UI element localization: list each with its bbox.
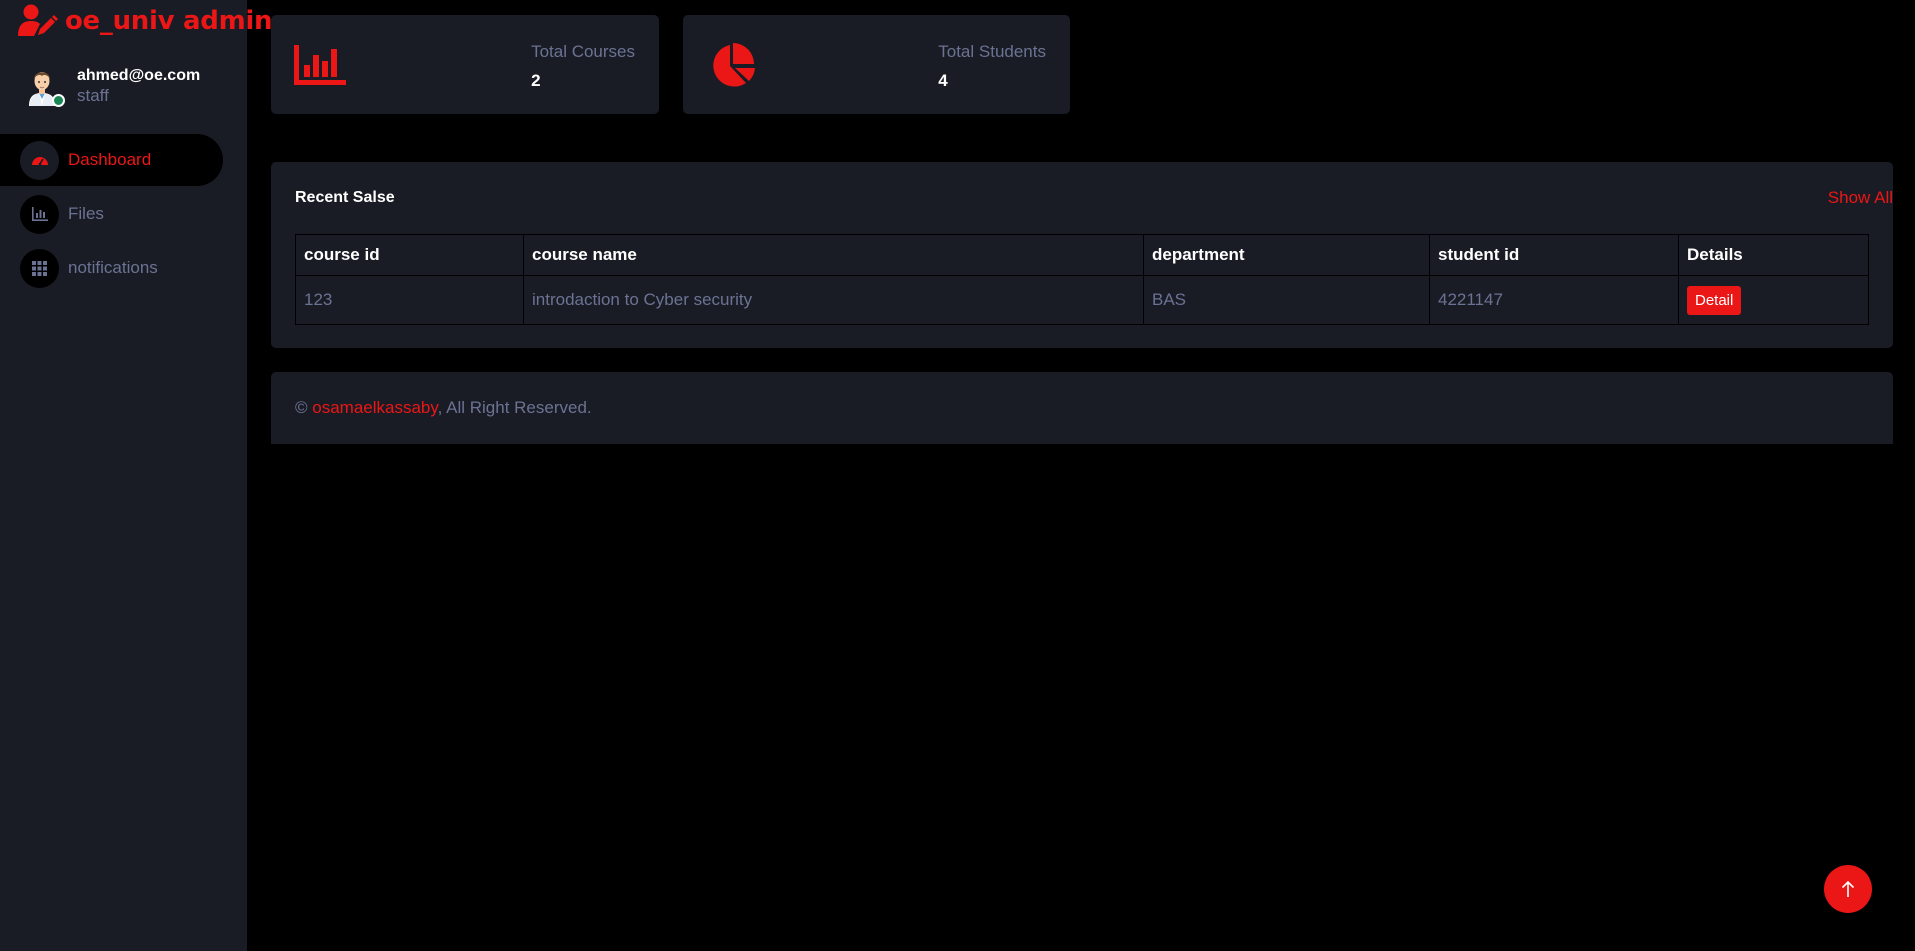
show-all-link[interactable]: Show All — [1828, 188, 1893, 208]
profile-role: staff — [77, 86, 109, 105]
brand-name: oe_univ admin — [65, 6, 273, 36]
gauge-icon — [20, 140, 59, 180]
brand[interactable]: oe_univ admin — [18, 4, 273, 38]
online-status-indicator — [52, 94, 65, 107]
stat-card-total-students: Total Students 4 — [683, 15, 1070, 114]
copyright-symbol: © — [295, 398, 308, 417]
stat-label: Total Courses — [531, 42, 635, 61]
footer: © osamaelkassaby, All Right Reserved. — [271, 372, 1893, 444]
footer-rights-text: , All Right Reserved. — [437, 398, 592, 417]
sidebar-item-files[interactable]: Files — [0, 188, 223, 240]
chart-bar-icon — [294, 45, 346, 85]
stat-value: 4 — [938, 71, 948, 90]
column-header-department: department — [1143, 234, 1430, 276]
recent-sales-panel: Recent Salse Show All course id course n… — [271, 162, 1893, 348]
panel-title: Recent Salse — [295, 189, 395, 206]
cell-course-name: introdaction to Cyber security — [523, 275, 1144, 325]
user-edit-icon — [18, 4, 58, 36]
sidebar-item-label: Dashboard — [68, 150, 152, 169]
stat-card-total-courses: Total Courses 2 — [271, 15, 659, 114]
table-header-row: course id course name department student… — [295, 234, 1869, 276]
stat-value: 2 — [531, 71, 541, 90]
column-header-course-id: course id — [295, 234, 524, 276]
pie-chart-icon — [713, 43, 755, 87]
sidebar-item-notifications[interactable]: notifications — [0, 242, 223, 294]
footer-owner-link[interactable]: osamaelkassaby — [312, 398, 437, 417]
sidebar-item-label: notifications — [68, 258, 158, 277]
profile-email: ahmed@oe.com — [77, 67, 201, 84]
user-profile: ahmed@oe.com staff — [22, 66, 201, 107]
arrow-up-icon — [1841, 880, 1855, 897]
sidebar-item-label: Files — [68, 204, 104, 223]
sidebar-nav: Dashboard Files notifications — [0, 134, 247, 296]
sidebar-item-dashboard[interactable]: Dashboard — [0, 134, 223, 186]
column-header-course-name: course name — [523, 234, 1144, 276]
sidebar: oe_univ admin ahmed@oe.com staff Dashboa… — [0, 0, 273, 951]
cell-details: Detail — [1678, 275, 1869, 325]
grid-icon — [20, 248, 59, 288]
cell-department: BAS — [1143, 275, 1430, 325]
table-row: 123 introdaction to Cyber security BAS 4… — [295, 275, 1869, 325]
back-to-top-button[interactable] — [1824, 865, 1872, 913]
cell-student-id: 4221147 — [1429, 275, 1679, 325]
bar-chart-icon — [20, 194, 59, 234]
column-header-student-id: student id — [1429, 234, 1679, 276]
cell-course-id: 123 — [295, 275, 524, 325]
recent-table: course id course name department student… — [295, 234, 1869, 325]
detail-button[interactable]: Detail — [1687, 285, 1742, 315]
stat-label: Total Students — [938, 42, 1046, 61]
column-header-details: Details — [1678, 234, 1869, 276]
avatar — [22, 66, 65, 107]
footer-text: © osamaelkassaby, All Right Reserved. — [295, 398, 592, 418]
